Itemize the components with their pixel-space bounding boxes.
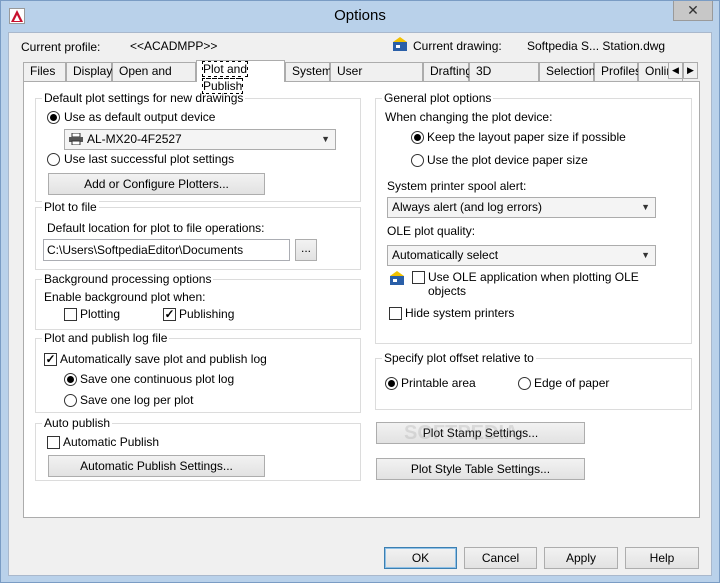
log-per-plot-label: Save one log per plot xyxy=(80,393,194,407)
continuous-log-label: Save one continuous plot log xyxy=(80,372,235,386)
tab-profiles[interactable]: Profiles xyxy=(594,62,642,81)
ole-quality-select[interactable]: Automatically select ▼ xyxy=(387,245,656,266)
spool-alert-value: Always alert (and log errors) xyxy=(392,200,543,214)
group-title: Background processing options xyxy=(42,272,214,286)
use-default-device-label: Use as default output device xyxy=(64,110,216,124)
log-per-plot-radio[interactable] xyxy=(64,394,77,407)
automatic-publish-label: Automatic Publish xyxy=(63,435,160,449)
tab-label: Selection xyxy=(546,64,596,78)
dialog-client: Current profile: <<ACADMPP>> Current dra… xyxy=(8,32,712,576)
tab-system[interactable]: System xyxy=(285,62,333,81)
use-device-paper-radio[interactable] xyxy=(411,154,424,167)
window-title: Options xyxy=(334,7,386,24)
plot-and-publish-panel: Default plot settings for new drawings U… xyxy=(23,81,700,518)
automatic-publish-checkbox[interactable] xyxy=(47,436,60,449)
current-drawing-value: Softpedia S... Station.dwg xyxy=(527,39,666,53)
tab-user-preferences[interactable]: User Preferences xyxy=(330,62,423,95)
printable-area-label: Printable area xyxy=(401,376,476,390)
tab-scroll-left-icon[interactable]: ◀ xyxy=(668,62,683,79)
plot-publish-log-group: Plot and publish log file ✓ Automaticall… xyxy=(35,331,361,413)
publishing-checkbox[interactable]: ✓ xyxy=(163,308,176,321)
group-title: Specify plot offset relative to xyxy=(382,351,536,365)
spool-alert-select[interactable]: Always alert (and log errors) ▼ xyxy=(387,197,656,218)
options-window: Options ✕ Current profile: <<ACADMPP>> C… xyxy=(0,0,720,583)
current-drawing-label: Current drawing: xyxy=(413,39,502,53)
tab-drafting[interactable]: Drafting xyxy=(423,62,473,81)
use-last-settings-radio[interactable] xyxy=(47,153,60,166)
plot-offset-group: Specify plot offset relative to Printabl… xyxy=(375,351,692,410)
default-plot-settings-group: Default plot settings for new drawings U… xyxy=(35,91,361,202)
use-ole-application-checkbox[interactable] xyxy=(412,271,425,284)
ole-quality-value: Automatically select xyxy=(392,248,499,262)
hide-system-printers-label: Hide system printers xyxy=(405,306,515,320)
plotting-checkbox[interactable] xyxy=(64,308,77,321)
general-plot-options-group: General plot options When changing the p… xyxy=(375,91,692,344)
tab-label: Display xyxy=(73,64,113,78)
browse-button[interactable]: ... xyxy=(295,239,317,261)
tab-label: Drafting xyxy=(430,64,473,78)
plot-file-location-label: Default location for plot to file operat… xyxy=(47,221,265,235)
tab-scroll-right-icon[interactable]: ▶ xyxy=(683,62,698,79)
drawing-icon xyxy=(392,36,408,52)
chevron-down-icon: ▼ xyxy=(641,202,650,212)
tab-label: System xyxy=(292,64,333,78)
group-title: Plot and publish log file xyxy=(42,331,170,345)
background-processing-group: Background processing options Enable bac… xyxy=(35,272,361,330)
printer-icon xyxy=(69,133,83,145)
changing-device-label: When changing the plot device: xyxy=(385,110,553,124)
auto-publish-group: Auto publish Automatic Publish Automatic… xyxy=(35,416,361,481)
enable-background-label: Enable background plot when: xyxy=(44,290,206,304)
edge-of-paper-radio[interactable] xyxy=(518,377,531,390)
title-bar[interactable]: Options ✕ xyxy=(1,1,719,32)
ole-quality-label: OLE plot quality: xyxy=(387,224,476,238)
add-configure-plotters-button[interactable]: Add or Configure Plotters... xyxy=(48,173,265,195)
help-button[interactable]: Help xyxy=(625,547,699,569)
auto-save-log-checkbox[interactable]: ✓ xyxy=(44,353,57,366)
tab-display[interactable]: Display xyxy=(66,62,112,81)
output-device-value: AL-MX20-4F2527 xyxy=(87,132,182,146)
softpedia-watermark: SOFTPEDIA xyxy=(404,422,519,444)
use-ole-application-label: Use OLE application when plotting OLE xyxy=(428,270,639,284)
auto-save-log-label: Automatically save plot and publish log xyxy=(60,352,267,366)
chevron-down-icon: ▼ xyxy=(641,250,650,260)
continuous-log-radio[interactable] xyxy=(64,373,77,386)
tab-open-and-save[interactable]: Open and Save xyxy=(112,62,196,95)
group-title: General plot options xyxy=(382,91,494,105)
output-device-select[interactable]: AL-MX20-4F2527 ▼ xyxy=(64,129,336,150)
edge-of-paper-label: Edge of paper xyxy=(534,376,610,390)
tab-label: Plot and Publish xyxy=(201,61,249,94)
cancel-button[interactable]: Cancel xyxy=(464,547,537,569)
tab-selection[interactable]: Selection xyxy=(539,62,596,81)
tab-3d-modeling[interactable]: 3D Modeling xyxy=(469,62,539,95)
current-profile-value: <<ACADMPP>> xyxy=(130,39,218,53)
plotting-label: Plotting xyxy=(80,307,121,321)
group-title: Auto publish xyxy=(42,416,113,430)
group-title: Plot to file xyxy=(42,200,99,214)
automatic-publish-settings-button[interactable]: Automatic Publish Settings... xyxy=(48,455,265,477)
use-device-paper-label: Use the plot device paper size xyxy=(427,153,588,167)
hide-system-printers-checkbox[interactable] xyxy=(389,307,402,320)
spool-alert-label: System printer spool alert: xyxy=(387,179,527,193)
use-default-device-radio[interactable] xyxy=(47,111,60,124)
ole-icon xyxy=(389,270,405,286)
apply-button[interactable]: Apply xyxy=(544,547,618,569)
plot-file-location-input[interactable]: C:\Users\SoftpediaEditor\Documents xyxy=(43,239,290,261)
tab-plot-and-publish[interactable]: Plot and Publish xyxy=(196,60,285,94)
keep-layout-paper-radio[interactable] xyxy=(411,131,424,144)
ok-button[interactable]: OK xyxy=(384,547,457,569)
chevron-down-icon: ▼ xyxy=(321,134,330,144)
current-profile-label: Current profile: xyxy=(21,40,101,54)
tab-label: Files xyxy=(30,64,56,78)
use-last-settings-label: Use last successful plot settings xyxy=(64,152,235,166)
tab-files[interactable]: Files xyxy=(23,62,66,81)
keep-layout-paper-label: Keep the layout paper size if possible xyxy=(427,130,626,144)
plot-to-file-group: Plot to file Default location for plot t… xyxy=(35,200,361,270)
close-button[interactable]: ✕ xyxy=(673,1,713,21)
tab-label: Profiles xyxy=(601,64,642,78)
printable-area-radio[interactable] xyxy=(385,377,398,390)
publishing-label: Publishing xyxy=(179,307,235,321)
use-ole-application-label-cont: objects xyxy=(428,284,467,298)
plot-style-table-settings-button[interactable]: Plot Style Table Settings... xyxy=(376,458,585,480)
